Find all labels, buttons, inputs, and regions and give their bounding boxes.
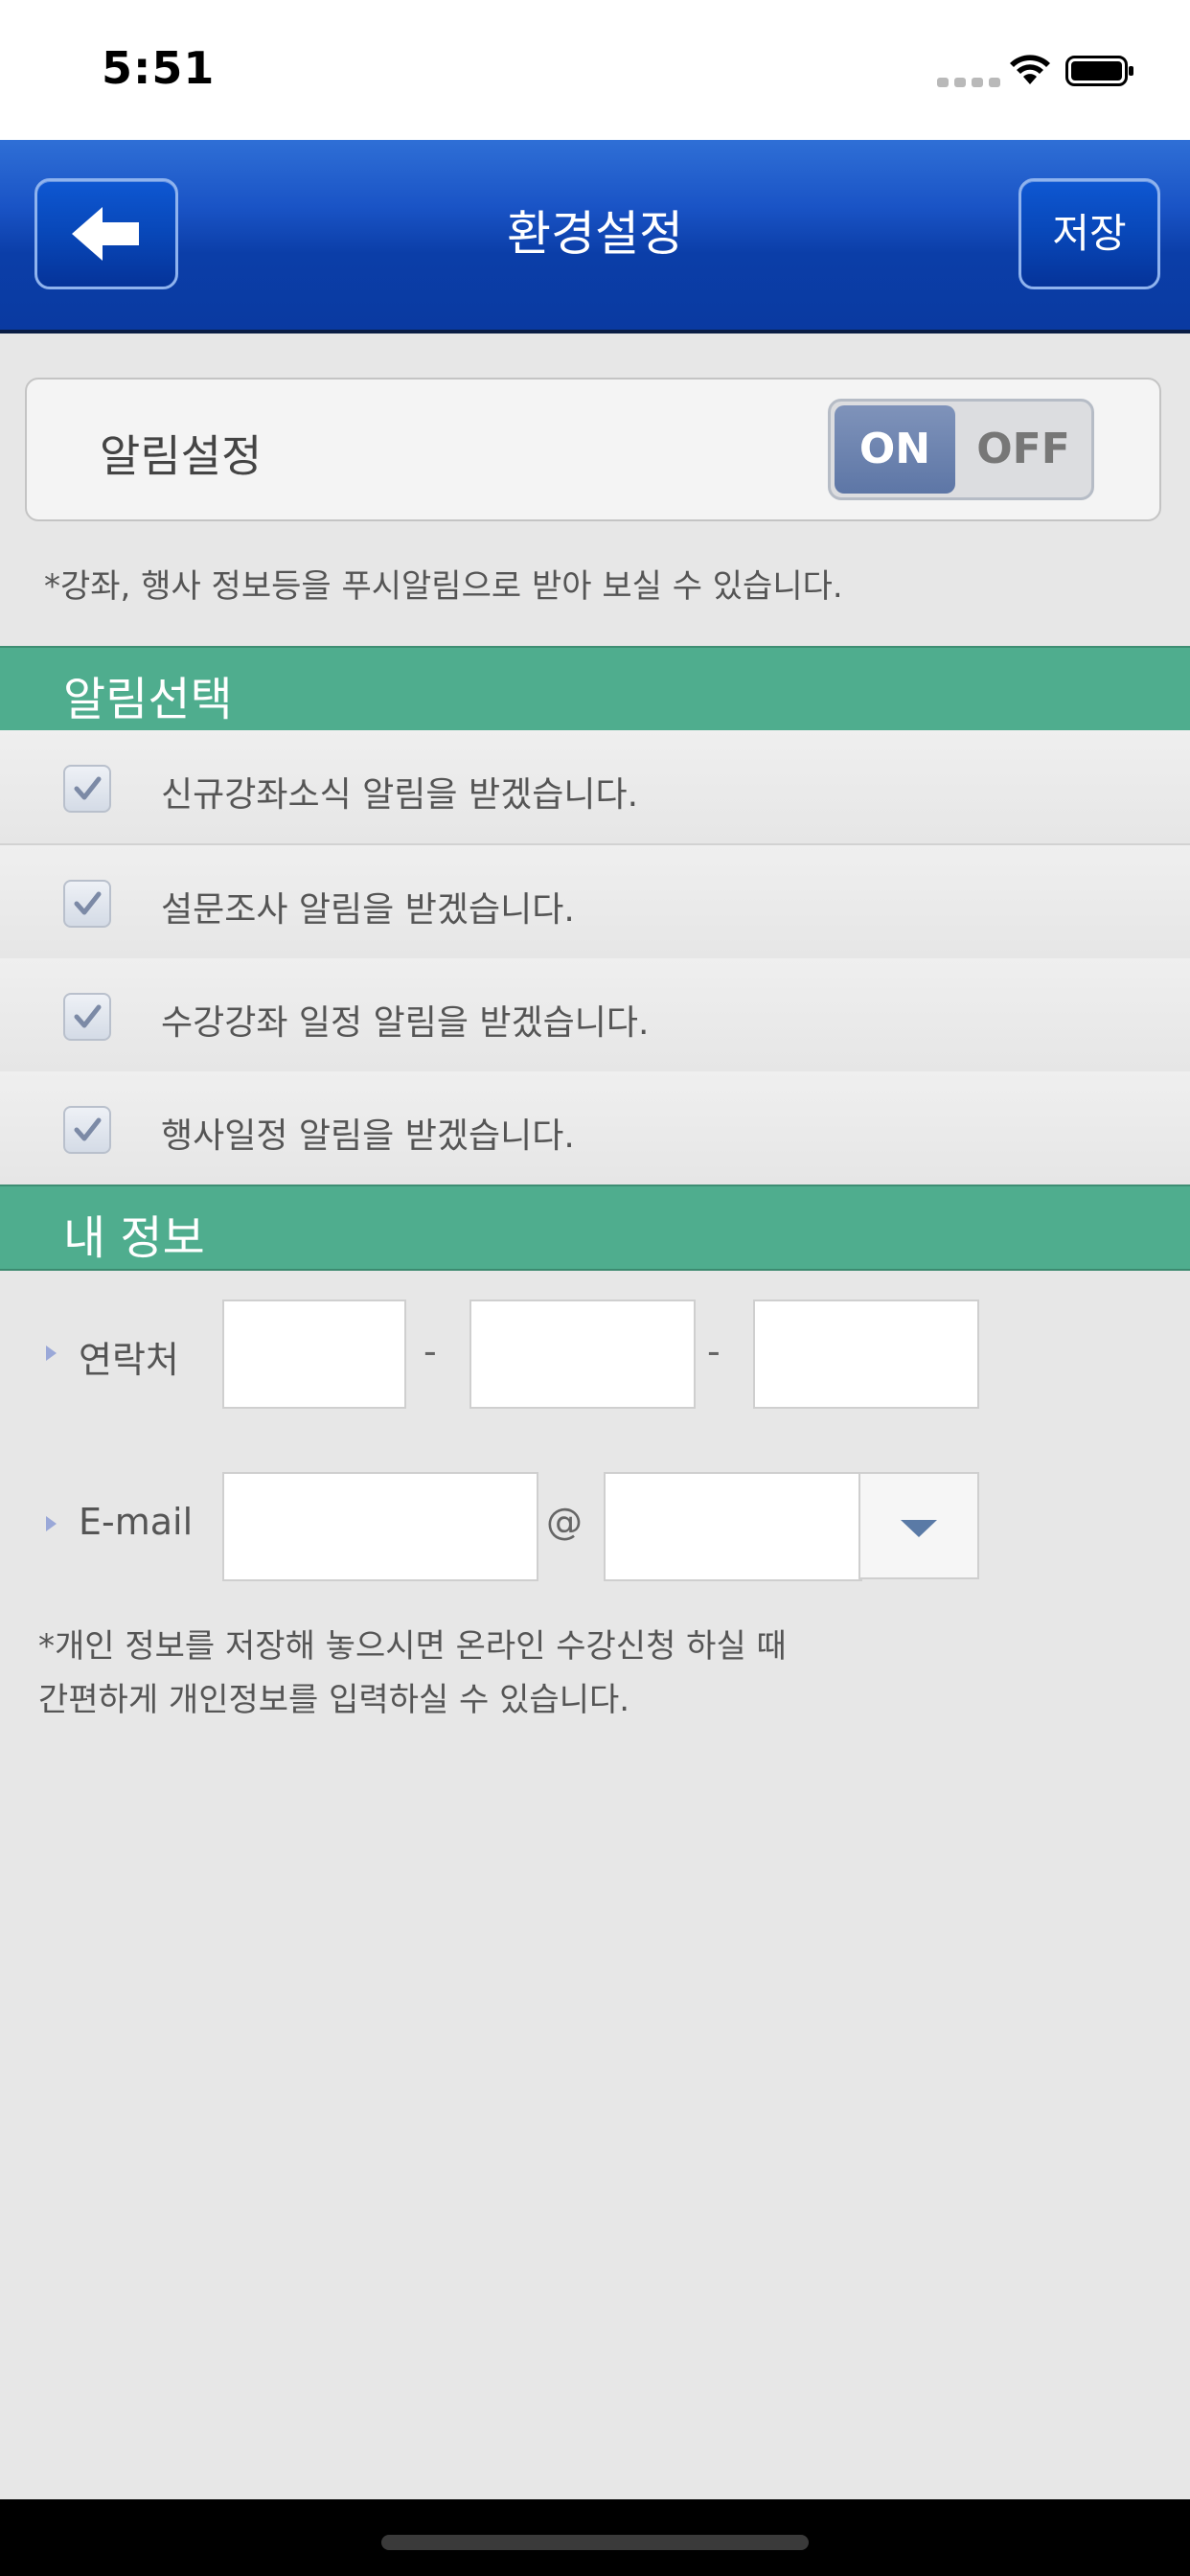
email-domain-field[interactable] [604, 1472, 862, 1581]
checkmark-icon [74, 776, 102, 800]
home-indicator[interactable] [381, 2535, 809, 2550]
list-item[interactable]: 수강강좌 일정 알림을 받겠습니다. [0, 958, 1190, 1073]
phone-field-2[interactable] [469, 1300, 696, 1409]
checkmark-icon [74, 1004, 102, 1028]
page-title: 환경설정 [507, 206, 683, 262]
list-item-label: 행사일정 알림을 받겠습니다. [161, 1116, 575, 1156]
email-at-sign: @ [546, 1501, 583, 1543]
phone-separator: - [423, 1330, 437, 1372]
cellular-signal-icon [937, 73, 1010, 87]
email-label: E-mail [79, 1501, 194, 1543]
phone-field-1[interactable] [222, 1300, 406, 1409]
phone-separator: - [707, 1330, 721, 1372]
my-info-note-line1: *개인 정보를 저장해 놓으시면 온라인 수강신청 하실 때 [38, 1627, 787, 1666]
phone-input-2[interactable] [471, 1301, 694, 1407]
email-domain-input[interactable] [606, 1474, 860, 1579]
phone-label: 연락처 [79, 1339, 179, 1381]
email-domain-dropdown-button[interactable] [858, 1472, 979, 1579]
alarm-setting-panel: 알림설정 ON OFF [25, 378, 1161, 521]
save-button[interactable]: 저장 [1018, 178, 1160, 289]
chevron-down-icon [901, 1520, 937, 1537]
alarm-select-header: 알림선택 [0, 646, 1190, 732]
checkbox[interactable] [63, 880, 111, 928]
list-item[interactable]: 행사일정 알림을 받겠습니다. [0, 1071, 1190, 1186]
checkbox[interactable] [63, 765, 111, 813]
my-info-note-line2: 간편하게 개인정보를 입력하실 수 있습니다. [38, 1681, 630, 1719]
battery-icon [1065, 56, 1133, 86]
checkbox[interactable] [63, 1106, 111, 1154]
phone-input-3[interactable] [755, 1301, 977, 1407]
my-info-note: *개인 정보를 저장해 놓으시면 온라인 수강신청 하실 때 간편하게 개인정보… [38, 1620, 787, 1727]
my-info-header: 내 정보 [0, 1184, 1190, 1271]
email-id-input[interactable] [224, 1474, 537, 1579]
bullet-icon [46, 1516, 57, 1531]
navigation-bar: 환경설정 저장 [0, 140, 1190, 334]
alarm-toggle[interactable]: ON OFF [828, 399, 1094, 500]
status-time: 5:51 [102, 42, 216, 94]
list-item-label: 신규강좌소식 알림을 받겠습니다. [161, 775, 639, 815]
phone-field-3[interactable] [753, 1300, 979, 1409]
toggle-on-label[interactable]: ON [835, 405, 955, 494]
wifi-icon [1010, 55, 1050, 84]
email-id-field[interactable] [222, 1472, 538, 1581]
checkbox[interactable] [63, 993, 111, 1041]
bullet-icon [46, 1346, 57, 1361]
toggle-off-label[interactable]: OFF [961, 405, 1086, 494]
list-item-label: 수강강좌 일정 알림을 받겠습니다. [161, 1003, 650, 1043]
checkmark-icon [74, 1117, 102, 1141]
checkmark-icon [74, 891, 102, 915]
alarm-setting-label: 알림설정 [100, 430, 263, 482]
list-item-label: 설문조사 알림을 받겠습니다. [161, 890, 575, 930]
status-bar: 5:51 [0, 0, 1190, 140]
list-item[interactable]: 신규강좌소식 알림을 받겠습니다. [0, 730, 1190, 845]
phone-input-1[interactable] [224, 1301, 404, 1407]
alarm-note: *강좌, 행사 정보등을 푸시알림으로 받아 보실 수 있습니다. [44, 567, 843, 606]
alarm-select-title: 알림선택 [63, 673, 233, 726]
my-info-title: 내 정보 [63, 1211, 205, 1265]
list-item[interactable]: 설문조사 알림을 받겠습니다. [0, 845, 1190, 960]
